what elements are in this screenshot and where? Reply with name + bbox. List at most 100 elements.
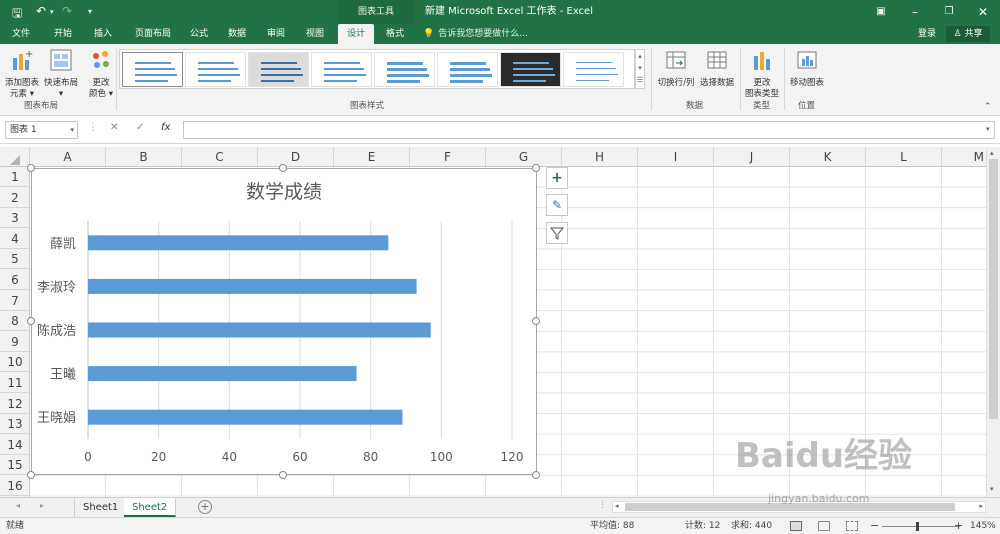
column-header-f[interactable]: F <box>410 147 486 167</box>
scroll-right-icon[interactable]: ▸ <box>979 502 983 510</box>
chart-style-7[interactable] <box>500 52 561 87</box>
chart-style-6[interactable] <box>437 52 498 87</box>
add-chart-element-button[interactable]: + 添加图表 元素 ▾ <box>2 48 42 100</box>
name-box-dropdown-icon[interactable]: ▾ <box>70 122 74 138</box>
resize-handle[interactable] <box>532 471 540 479</box>
column-header-g[interactable]: G <box>486 147 562 167</box>
row-header[interactable]: 14 <box>0 435 30 455</box>
vertical-scroll-thumb[interactable] <box>989 159 998 419</box>
name-box[interactable]: 图表 1 ▾ <box>5 121 78 139</box>
change-chart-type-button[interactable]: 更改 图表类型 <box>742 48 782 100</box>
scroll-sheets-right-icon[interactable]: ▸ <box>40 501 44 510</box>
tab-format[interactable]: 格式 <box>380 24 410 44</box>
chart-styles-gallery[interactable] <box>119 49 635 89</box>
scroll-up-icon[interactable]: ▴ <box>990 149 994 157</box>
bar-1[interactable] <box>88 235 389 251</box>
column-header-m[interactable]: M <box>942 147 986 167</box>
chart-filters-funnel-icon[interactable] <box>546 222 568 244</box>
column-header-d[interactable]: D <box>258 147 334 167</box>
tab-home[interactable]: 开始 <box>48 24 78 44</box>
zoom-in-icon[interactable]: + <box>954 518 963 534</box>
tab-insert[interactable]: 插入 <box>88 24 118 44</box>
collapse-ribbon-icon[interactable]: ⌃ <box>984 102 992 112</box>
row-header[interactable]: 1 <box>0 167 30 187</box>
sheet-tab-sheet1[interactable]: Sheet1 <box>74 498 128 517</box>
row-header[interactable]: 6 <box>0 270 30 290</box>
gallery-scroll[interactable]: ▴ ▾ ☰ <box>635 49 645 89</box>
minimize-button[interactable]: – <box>898 0 932 24</box>
bar-3[interactable] <box>88 322 431 338</box>
scroll-down-icon[interactable]: ▾ <box>990 485 994 493</box>
row-header[interactable]: 9 <box>0 332 30 352</box>
tab-formulas[interactable]: 公式 <box>184 24 214 44</box>
cancel-icon[interactable]: ✕ <box>110 122 118 133</box>
scroll-left-icon[interactable]: ◂ <box>615 502 619 510</box>
tell-me-box[interactable]: 💡 告诉我您想要做什么... <box>423 24 528 44</box>
row-header[interactable]: 11 <box>0 373 30 393</box>
gallery-more-icon[interactable]: ☰ <box>636 74 644 86</box>
column-header-b[interactable]: B <box>106 147 182 167</box>
column-header-a[interactable]: A <box>30 147 106 167</box>
column-header-j[interactable]: J <box>714 147 790 167</box>
row-header[interactable]: 8 <box>0 311 30 332</box>
chart-object[interactable]: 数学成绩 薛凯 李淑玲 陈成浩 王曦 王晓娟 0 20 40 60 80 100 120 <box>31 168 537 475</box>
bar-2[interactable] <box>88 278 417 294</box>
save-icon[interactable]: 🖫 <box>12 4 22 25</box>
formula-input[interactable] <box>183 121 995 139</box>
gallery-up-icon[interactable]: ▴ <box>636 50 644 62</box>
enter-icon[interactable]: ✓ <box>136 122 144 133</box>
insert-function-icon[interactable]: fx <box>161 122 170 133</box>
resize-handle[interactable] <box>279 164 287 172</box>
redo-icon[interactable]: ↷ <box>62 4 72 18</box>
zoom-level[interactable]: 145% <box>970 518 996 534</box>
chart-style-8[interactable] <box>563 52 624 87</box>
close-button[interactable]: ✕ <box>966 0 1000 24</box>
resize-handle[interactable] <box>532 317 540 325</box>
row-header[interactable]: 3 <box>0 208 30 229</box>
tab-split-grip-icon[interactable]: ⋮ <box>598 500 607 510</box>
vertical-scrollbar[interactable]: ▴ ▾ <box>986 147 1000 497</box>
resize-handle[interactable] <box>27 164 35 172</box>
tab-page-layout[interactable]: 页面布局 <box>128 24 178 44</box>
column-header-c[interactable]: C <box>182 147 258 167</box>
row-header[interactable]: 7 <box>0 291 30 311</box>
ribbon-display-options-icon[interactable]: ▣ <box>864 0 898 24</box>
select-data-button[interactable]: 选择数据 <box>698 48 736 89</box>
sheet-tab-sheet2[interactable]: Sheet2 <box>124 498 177 517</box>
restore-button[interactable]: ❐ <box>932 0 966 24</box>
undo-dropdown-icon[interactable]: ▾ <box>50 8 54 16</box>
bar-5[interactable] <box>88 409 403 425</box>
row-header[interactable]: 16 <box>0 476 30 496</box>
resize-handle[interactable] <box>27 471 35 479</box>
resize-handle[interactable] <box>279 471 287 479</box>
select-all-corner[interactable] <box>0 147 30 167</box>
chart-style-1[interactable] <box>122 52 183 87</box>
column-header-l[interactable]: L <box>866 147 942 167</box>
tab-data[interactable]: 数据 <box>222 24 252 44</box>
move-chart-button[interactable]: 移动图表 <box>787 48 827 89</box>
page-break-view-icon[interactable] <box>846 521 858 531</box>
change-colors-button[interactable]: 更改 颜色 ▾ <box>84 48 118 100</box>
normal-view-icon[interactable] <box>790 521 802 531</box>
undo-icon[interactable]: ↶ <box>36 4 46 18</box>
tab-review[interactable]: 审阅 <box>261 24 291 44</box>
row-header[interactable]: 12 <box>0 394 30 414</box>
quick-layout-button[interactable]: 快速布局 ▾ <box>42 48 80 100</box>
resize-handle[interactable] <box>27 317 35 325</box>
page-layout-view-icon[interactable] <box>818 521 830 531</box>
chart-styles-brush-icon[interactable]: ✎ <box>546 194 568 216</box>
row-header[interactable]: 4 <box>0 229 30 249</box>
resize-handle[interactable] <box>532 164 540 172</box>
tab-file[interactable]: 文件 <box>6 24 36 44</box>
zoom-slider-thumb[interactable] <box>916 522 919 531</box>
row-header[interactable]: 15 <box>0 455 30 476</box>
expand-formula-bar-icon[interactable]: ▾ <box>986 125 990 133</box>
column-header-i[interactable]: I <box>638 147 714 167</box>
row-header[interactable]: 5 <box>0 249 30 270</box>
customize-quick-access-icon[interactable]: ▾ <box>88 7 92 16</box>
chart-style-5[interactable] <box>374 52 435 87</box>
tab-view[interactable]: 视图 <box>300 24 330 44</box>
zoom-slider[interactable] <box>882 526 960 527</box>
chart-style-3[interactable] <box>248 52 309 87</box>
share-button[interactable]: ♙ 共享 <box>946 26 990 42</box>
